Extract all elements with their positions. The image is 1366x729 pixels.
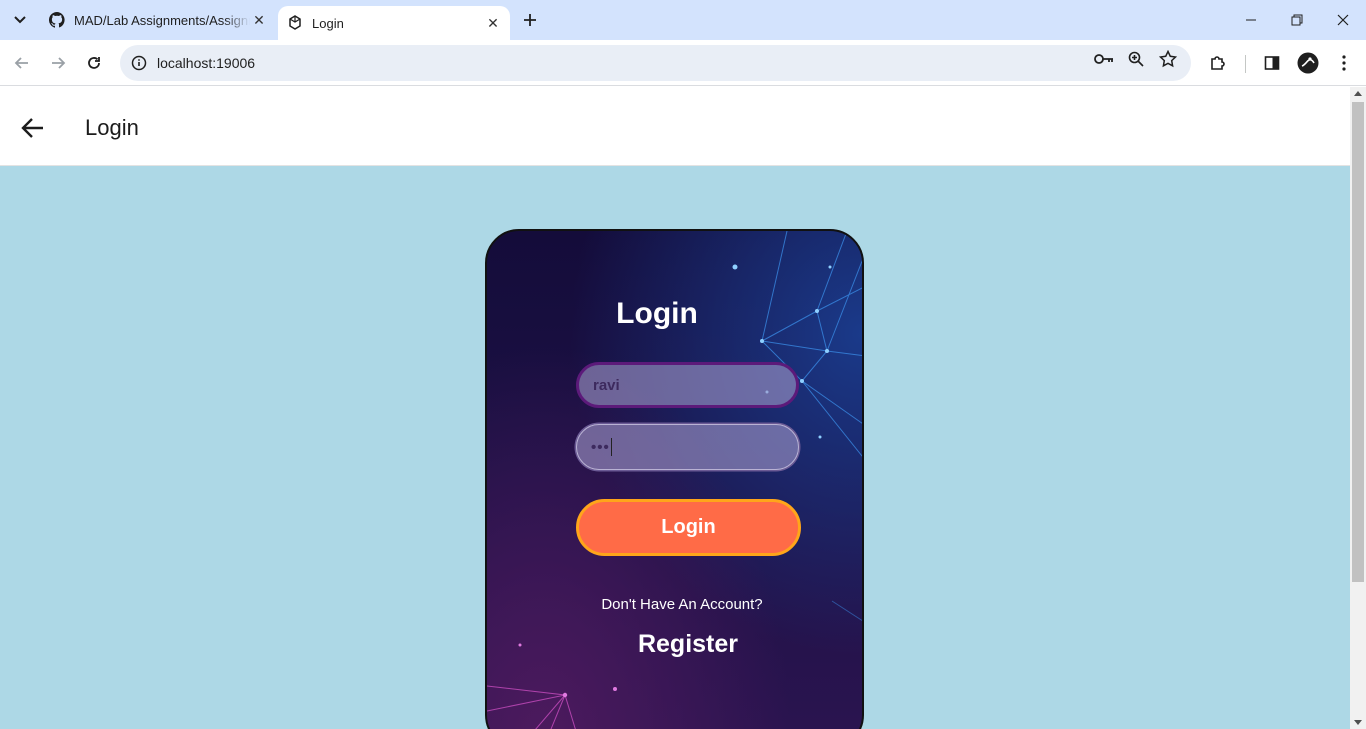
restore-button[interactable] <box>1274 0 1320 40</box>
username-input[interactable]: ravi <box>576 362 799 408</box>
forward-button[interactable] <box>44 49 72 77</box>
register-link[interactable]: Register <box>487 630 862 659</box>
extensions-icon[interactable] <box>1206 51 1230 75</box>
tab-title: MAD/Lab Assignments/Assignm <box>74 12 250 28</box>
minimize-icon <box>1246 19 1256 21</box>
scroll-thumb[interactable] <box>1352 102 1364 582</box>
back-button[interactable] <box>8 49 36 77</box>
close-icon[interactable]: ✕ <box>250 11 268 29</box>
password-value: ••• <box>591 438 610 456</box>
reload-button[interactable] <box>80 49 108 77</box>
page-title: Login <box>85 115 139 140</box>
login-button[interactable]: Login <box>576 499 801 556</box>
app-header: Login <box>0 87 1350 166</box>
back-arrow-icon[interactable] <box>20 115 46 141</box>
scroll-down-arrow[interactable] <box>1354 720 1362 725</box>
new-tab-button[interactable] <box>516 7 544 33</box>
restore-icon <box>1291 14 1303 26</box>
expo-icon <box>286 14 304 32</box>
url-text: localhost:19006 <box>157 55 256 71</box>
github-icon <box>48 11 66 29</box>
zoom-icon[interactable] <box>1125 48 1147 70</box>
tab-strip: MAD/Lab Assignments/Assignm ✕ Login ✕ <box>0 0 1366 40</box>
password-input[interactable]: ••• <box>576 424 799 470</box>
username-value: ravi <box>593 376 620 394</box>
arrow-left-icon <box>14 57 28 69</box>
page-viewport: Login Login ravi ••• Login Don't Have An… <box>0 87 1350 729</box>
close-window-button[interactable] <box>1320 0 1366 40</box>
side-panel-icon[interactable] <box>1260 51 1284 75</box>
tab-search-button[interactable] <box>6 8 34 32</box>
browser-toolbar: localhost:19006 <box>0 40 1366 86</box>
key-icon[interactable] <box>1093 48 1115 70</box>
text-caret <box>610 438 612 456</box>
minimize-button[interactable] <box>1228 0 1274 40</box>
scroll-up-arrow[interactable] <box>1354 91 1362 96</box>
chevron-down-icon <box>14 16 26 24</box>
more-menu-icon[interactable] <box>1332 51 1356 75</box>
tab-title: Login <box>312 15 344 31</box>
bookmark-star-icon[interactable] <box>1157 48 1179 70</box>
no-account-prompt: Don't Have An Account? <box>601 596 763 613</box>
arrow-right-icon <box>52 57 66 69</box>
page-scrollbar[interactable] <box>1350 87 1366 729</box>
profile-avatar[interactable] <box>1296 51 1320 75</box>
info-icon[interactable] <box>122 55 156 71</box>
tab-github[interactable]: MAD/Lab Assignments/Assignm ✕ <box>38 0 276 40</box>
login-card: Login ravi ••• Login Don't Have An Accou… <box>485 229 864 729</box>
close-icon <box>1337 14 1349 26</box>
reload-icon <box>88 57 100 69</box>
toolbar-divider <box>1245 55 1246 73</box>
tab-login[interactable]: Login ✕ <box>278 6 510 40</box>
plus-icon <box>524 14 536 26</box>
close-icon[interactable]: ✕ <box>484 14 502 32</box>
login-heading: Login <box>616 297 698 330</box>
address-bar[interactable]: localhost:19006 <box>120 45 1191 81</box>
